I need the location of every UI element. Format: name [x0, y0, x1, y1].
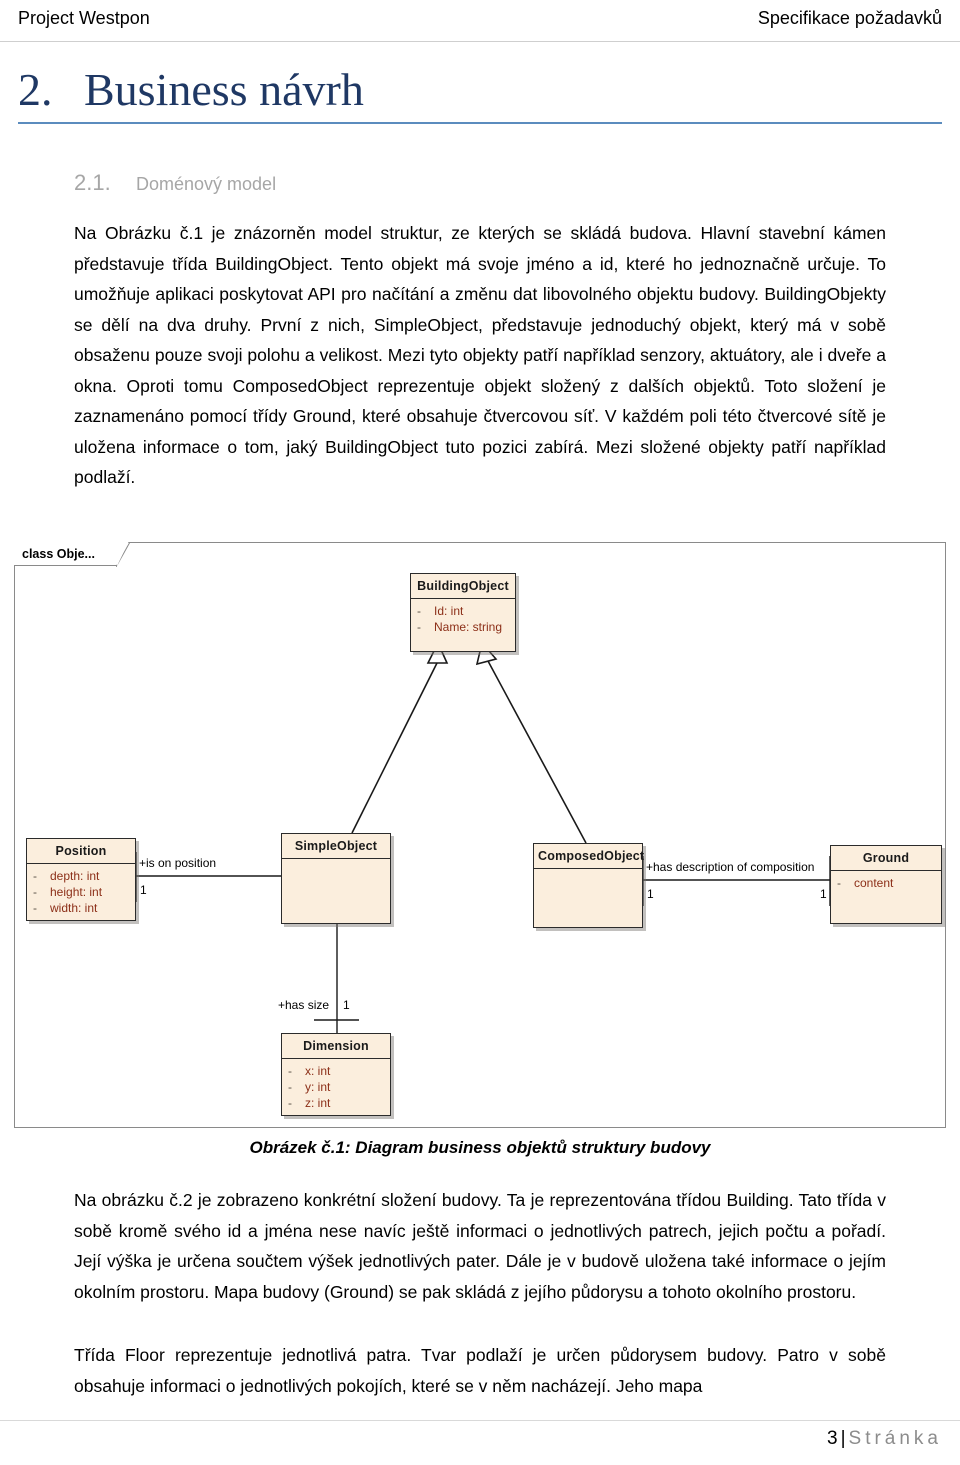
paragraph-text: Třída Floor reprezentuje jednotlivá patr… — [74, 1345, 886, 1396]
uml-attribute-visibility: - — [417, 620, 421, 634]
heading-1-text: Business návrh — [84, 64, 364, 115]
uml-attribute-text: content — [854, 876, 894, 890]
uml-attribute: - content — [837, 875, 937, 891]
uml-attribute-list: - x: int - y: int - z: int — [282, 1059, 390, 1115]
uml-class-name: SimpleObject — [282, 834, 390, 859]
uml-attribute-text: y: int — [305, 1080, 331, 1094]
paragraph-text: Na Obrázku č.1 je znázorněn model strukt… — [74, 223, 886, 487]
paragraph-floor-class: Třída Floor reprezentuje jednotlivá patr… — [74, 1340, 886, 1401]
uml-attribute: - x: int — [288, 1063, 386, 1079]
uml-attribute-text: width: int — [50, 901, 98, 915]
uml-attribute-visibility: - — [33, 869, 37, 883]
uml-attribute-list: - content — [831, 871, 941, 923]
uml-attribute: - width: int — [33, 900, 131, 916]
uml-class-name: Ground — [831, 846, 941, 871]
uml-class-position[interactable]: Position - depth: int - height: int - wi… — [26, 838, 136, 921]
assoc-mult-composed-source: 1 — [647, 887, 654, 901]
assoc-mult-dimension-source: 1 — [343, 998, 350, 1012]
footer-page-word: Stránka — [848, 1428, 942, 1449]
uml-class-name: Position — [27, 839, 135, 864]
paragraph-building-class: Na obrázku č.2 je zobrazeno konkrétní sl… — [74, 1185, 886, 1307]
assoc-label-has-description-of-composition: +has description of composition — [646, 860, 815, 874]
footer-page-number: 3 — [827, 1428, 838, 1449]
uml-class-name: ComposedObject — [534, 844, 644, 869]
uml-attribute-visibility: - — [417, 604, 421, 618]
assoc-label-has-size: +has size — [278, 998, 330, 1012]
heading-level-2: 2.1. Doménový model — [74, 170, 276, 196]
uml-attribute-list: - Id: int - Name: string — [411, 599, 515, 651]
uml-attribute-visibility: - — [837, 876, 841, 890]
assoc-label-is-on-position: +is on position — [139, 856, 217, 870]
uml-class-ground[interactable]: Ground - content — [830, 845, 942, 924]
assoc-mult-position-source: 1 — [140, 883, 147, 897]
uml-attribute: - Id: int — [417, 603, 511, 619]
section-heading-block: 2. Business návrh — [18, 64, 942, 125]
uml-class-name: BuildingObject — [411, 574, 515, 599]
uml-attribute-visibility: - — [288, 1096, 292, 1110]
page-header: Project Westpon Specifikace požadavků — [0, 0, 960, 44]
uml-attribute-visibility: - — [33, 901, 37, 915]
uml-attribute: - height: int — [33, 884, 131, 900]
uml-attribute-text: depth: int — [50, 869, 100, 883]
uml-attribute-list: - depth: int - height: int - width: int — [27, 864, 135, 920]
uml-class-buildingobject[interactable]: BuildingObject - Id: int - Name: string — [410, 573, 516, 652]
uml-attribute-list — [282, 859, 390, 923]
uml-attribute: - Name: string — [417, 619, 511, 635]
uml-attribute-text: x: int — [305, 1064, 331, 1078]
heading-1-number: 2. — [18, 64, 53, 115]
assoc-mult-ground-target: 1 — [820, 887, 827, 901]
heading-2-number: 2.1. — [74, 170, 111, 195]
footer-divider — [0, 1420, 960, 1421]
heading-2-text: Doménový model — [136, 174, 277, 194]
uml-class-composedobject[interactable]: ComposedObject — [533, 843, 644, 928]
uml-attribute-text: z: int — [305, 1096, 331, 1110]
uml-class-diagram: class Obje... BuildingObject - Id: int -… — [14, 541, 946, 1128]
footer-separator: | — [840, 1428, 846, 1449]
uml-attribute-visibility: - — [33, 885, 37, 899]
paragraph-domain-model-intro: Na Obrázku č.1 je znázorněn model strukt… — [74, 218, 886, 493]
paragraph-text: Na obrázku č.2 je zobrazeno konkrétní sl… — [74, 1190, 886, 1302]
heading-1-underline — [18, 122, 942, 125]
uml-attribute: - z: int — [288, 1095, 386, 1111]
uml-attribute: - y: int — [288, 1079, 386, 1095]
figure-caption: Obrázek č.1: Diagram business objektů st… — [249, 1138, 711, 1157]
uml-class-dimension[interactable]: Dimension - x: int - y: int - z: int — [281, 1033, 391, 1116]
uml-class-simpleobject[interactable]: SimpleObject — [281, 833, 391, 924]
heading-level-1: 2. Business návrh — [18, 64, 942, 115]
uml-attribute-text: Name: string — [434, 620, 503, 634]
uml-attribute-text: height: int — [50, 885, 103, 899]
header-project-name: Project Westpon — [18, 8, 150, 28]
uml-attribute-visibility: - — [288, 1064, 292, 1078]
uml-attribute: - depth: int — [33, 868, 131, 884]
uml-attribute-text: Id: int — [434, 604, 464, 618]
uml-attribute-list — [534, 869, 642, 927]
header-divider — [0, 41, 960, 42]
header-document-type: Specifikace požadavků — [757, 8, 942, 28]
page-footer: 3 | Stránka — [827, 1428, 942, 1450]
uml-class-name: Dimension — [282, 1034, 390, 1059]
uml-attribute-visibility: - — [288, 1080, 292, 1094]
